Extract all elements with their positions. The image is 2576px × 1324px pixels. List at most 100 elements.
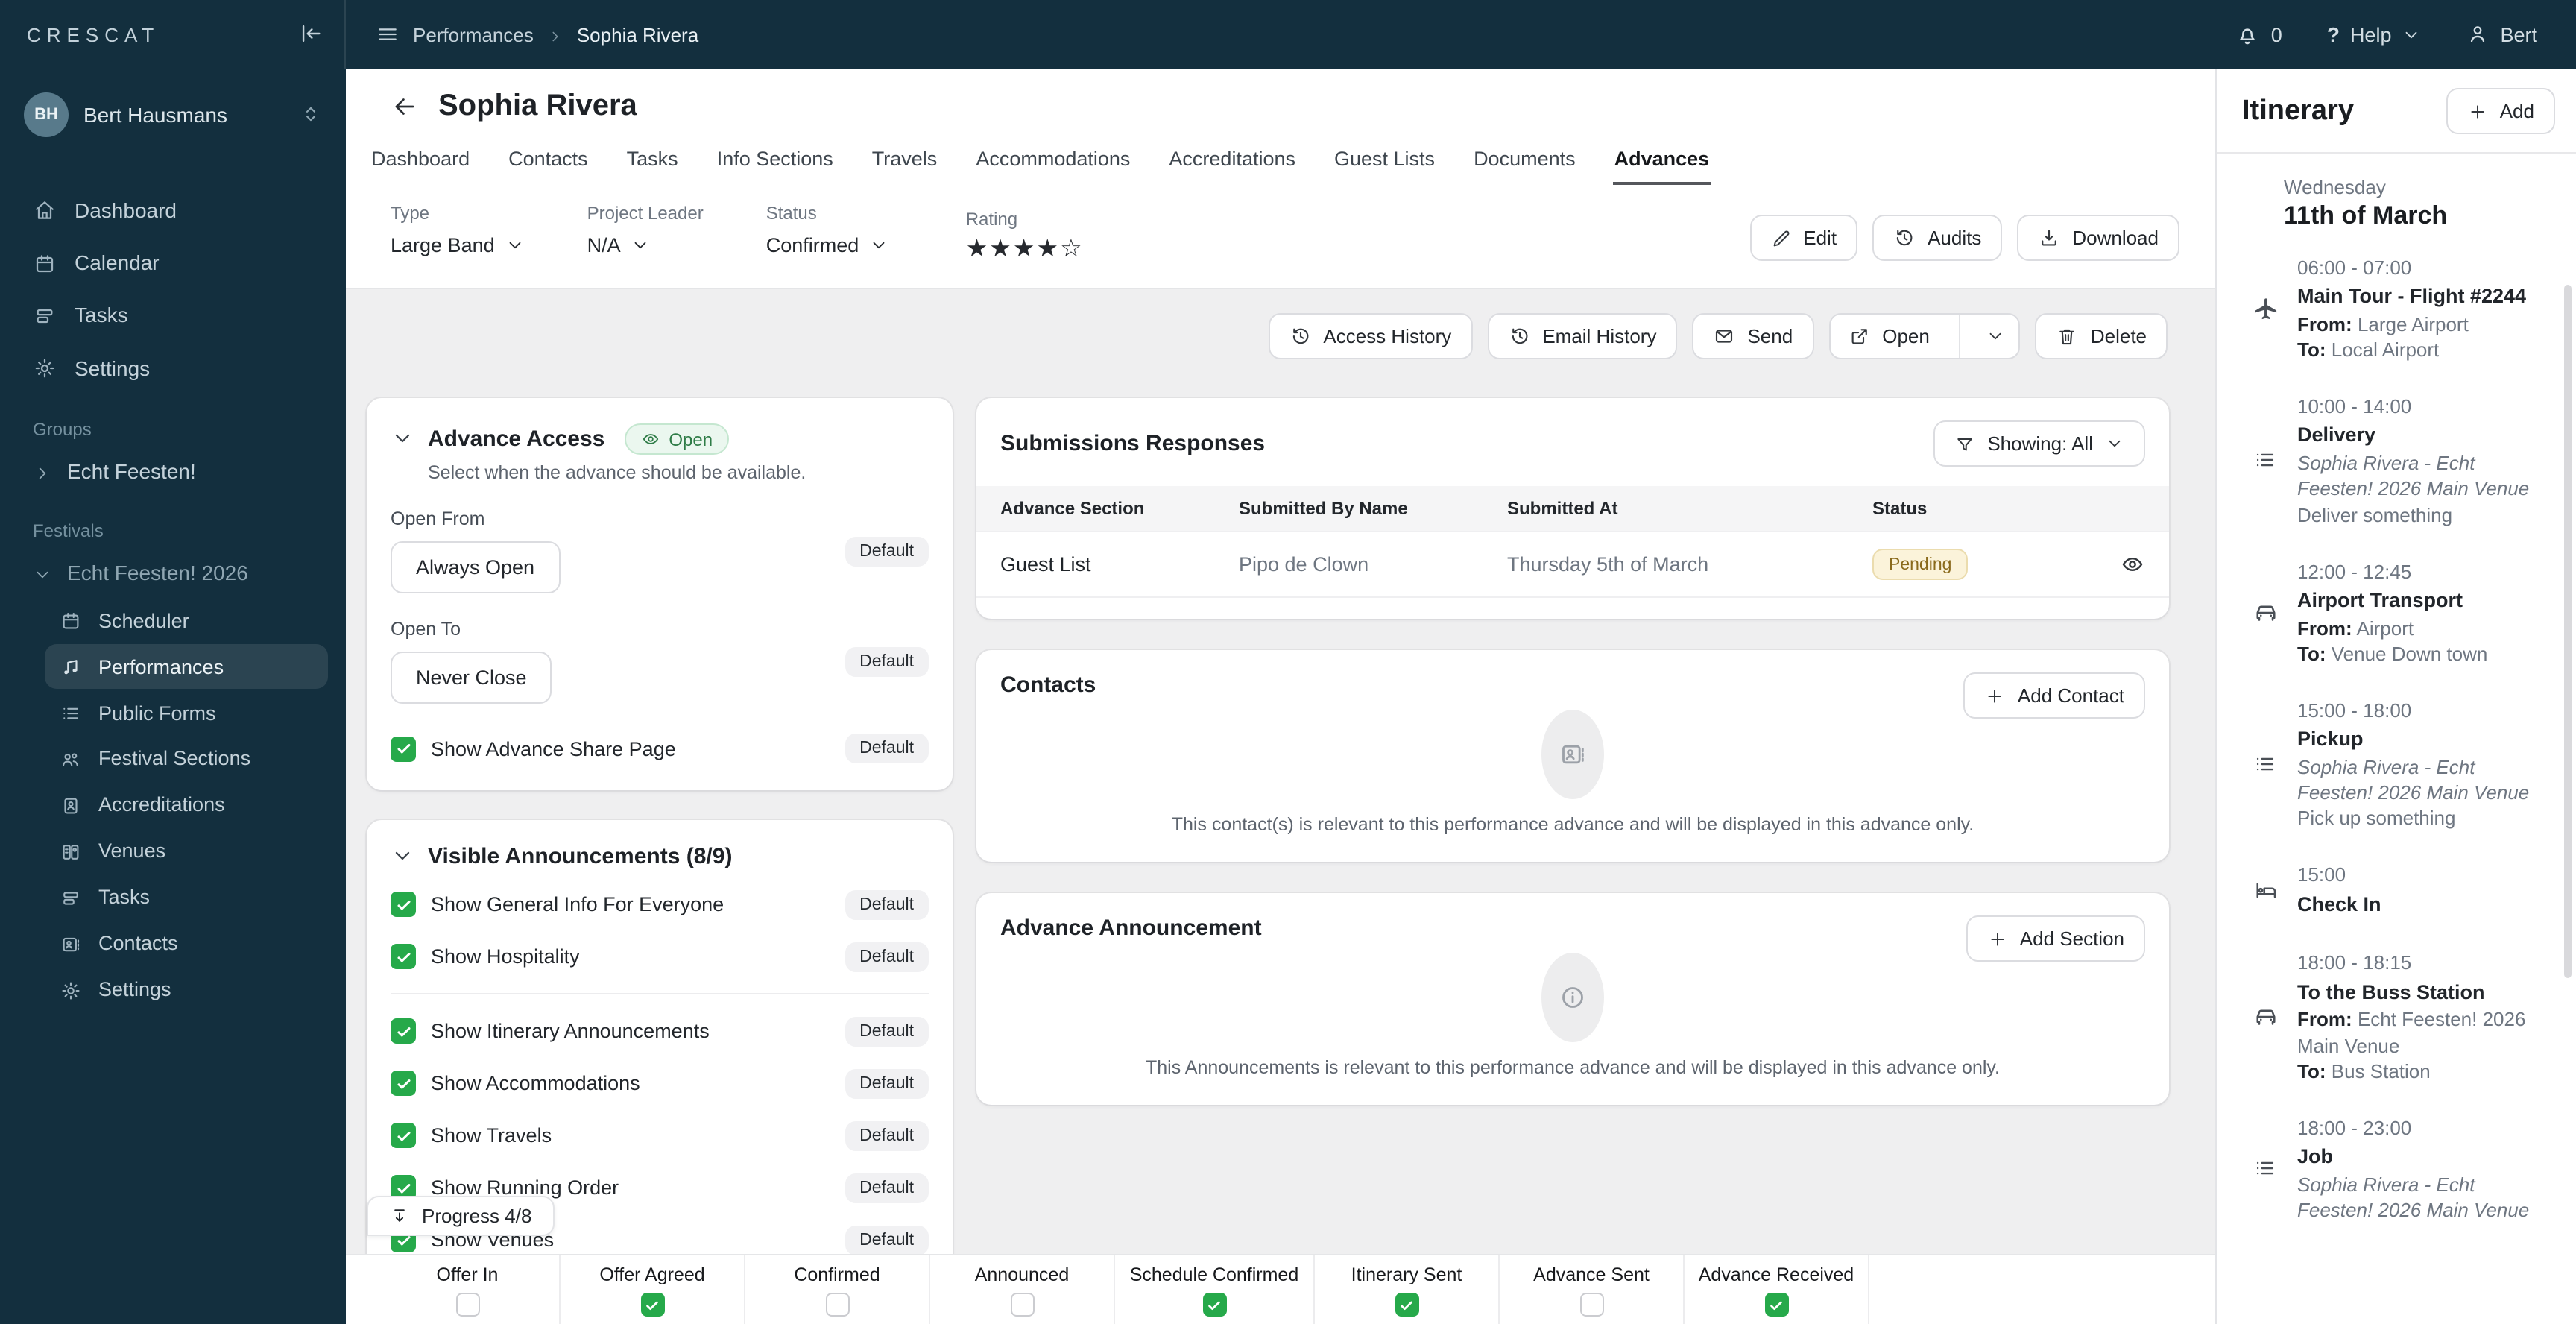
tab-contacts[interactable]: Contacts	[507, 139, 590, 185]
open-to-select[interactable]: Never Close	[391, 652, 552, 704]
status-announced: Announced	[930, 1255, 1115, 1324]
tab-travels[interactable]: Travels	[871, 139, 939, 185]
rating-stars[interactable]: ★★★★☆	[966, 234, 1084, 264]
notifications-button[interactable]: 0	[2235, 22, 2282, 47]
car-icon	[2253, 599, 2279, 625]
itinerary-item-bus-station[interactable]: 18:00 - 18:15 To the Buss Station From: …	[2253, 951, 2555, 1084]
type-select[interactable]: Large Band	[391, 234, 525, 256]
open-dropdown-caret[interactable]	[1973, 316, 2019, 356]
main-content: Sophia Rivera Dashboard Contacts Tasks I…	[346, 69, 2215, 1324]
accommodations-checkbox[interactable]	[391, 1071, 416, 1096]
offer-in-checkbox[interactable]	[455, 1293, 479, 1317]
help-menu[interactable]: ? Help	[2327, 22, 2422, 46]
schedule-confirmed-checkbox[interactable]	[1202, 1293, 1226, 1317]
advance-received-checkbox[interactable]	[1764, 1293, 1788, 1317]
status-select[interactable]: Confirmed	[766, 234, 903, 256]
contacts-card: Contacts Add Contact This contact(s) is …	[976, 650, 2169, 862]
sidebar-group-echt-feesten[interactable]: Echt Feesten!	[18, 449, 328, 494]
project-leader-select[interactable]: N/A	[587, 234, 704, 256]
breadcrumb-section[interactable]: Performances	[413, 23, 534, 45]
sidebar-item-label: Scheduler	[98, 609, 189, 632]
submissions-title: Submissions Responses	[1000, 431, 1266, 456]
sidebar-item-settings[interactable]: Settings	[18, 343, 328, 393]
sidebar-item-label: Settings	[75, 356, 151, 380]
breadcrumb-current[interactable]: Sophia Rivera	[577, 23, 698, 45]
tab-guest-lists[interactable]: Guest Lists	[1333, 139, 1436, 185]
download-button[interactable]: Download	[2017, 215, 2179, 261]
status-schedule-confirmed: Schedule Confirmed	[1115, 1255, 1315, 1324]
share-page-checkbox[interactable]	[391, 736, 416, 761]
advance-action-row: Access History Email History Send Open D…	[346, 289, 2215, 359]
tab-info-sections[interactable]: Info Sections	[716, 139, 835, 185]
user-name: Bert	[2500, 23, 2537, 45]
car-icon	[2253, 1003, 2279, 1030]
sidebar-user-switcher[interactable]: BH Bert Hausmans	[18, 86, 328, 140]
itinerary-item-check-in[interactable]: 15:00 Check In	[2253, 863, 2555, 919]
showing-filter-button[interactable]: Showing: All	[1933, 420, 2145, 467]
user-menu[interactable]: Bert	[2466, 22, 2537, 47]
sidebar-item-accreditations[interactable]: Accreditations	[45, 783, 328, 828]
collapse-chevron-icon[interactable]	[391, 842, 414, 869]
back-button[interactable]	[391, 92, 419, 121]
question-icon: ?	[2326, 22, 2340, 46]
sidebar-item-festival-sections[interactable]: Festival Sections	[45, 737, 328, 781]
itinerary-item-pickup[interactable]: 15:00 - 18:00 Pickup Sophia Rivera - Ech…	[2253, 698, 2555, 831]
send-button[interactable]: Send	[1692, 313, 1814, 359]
access-history-button[interactable]: Access History	[1268, 313, 1473, 359]
sidebar-item-tasks[interactable]: Tasks	[18, 290, 328, 340]
edit-button[interactable]: Edit	[1749, 215, 1858, 261]
submissions-table-header: Advance Section Submitted By Name Submit…	[976, 486, 2169, 531]
itinerary-announcements-checkbox[interactable]	[391, 1018, 416, 1044]
sidebar-item-settings[interactable]: Settings	[45, 967, 328, 1012]
tab-dashboard[interactable]: Dashboard	[370, 139, 471, 185]
offer-agreed-checkbox[interactable]	[640, 1293, 664, 1317]
itinerary-item-airport-transport[interactable]: 12:00 - 12:45 Airport Transport From: Ai…	[2253, 558, 2555, 666]
collapse-chevron-icon[interactable]	[391, 426, 414, 453]
progress-button[interactable]: Progress 4/8	[367, 1196, 555, 1236]
sidebar-item-public-forms[interactable]: Public Forms	[45, 690, 328, 735]
itinerary-sent-checkbox[interactable]	[1395, 1293, 1418, 1317]
advance-sent-checkbox[interactable]	[1579, 1293, 1603, 1317]
tasks-icon	[60, 886, 82, 910]
user-icon	[2466, 22, 2490, 47]
confirmed-checkbox[interactable]	[825, 1293, 849, 1317]
audits-button[interactable]: Audits	[1872, 215, 2003, 261]
sidebar-item-scheduler[interactable]: Scheduler	[45, 598, 328, 643]
status-label: Status	[765, 203, 817, 224]
sidebar-item-tasks[interactable]: Tasks	[45, 875, 328, 920]
general-info-checkbox[interactable]	[391, 892, 416, 917]
sidebar-collapse-icon[interactable]	[298, 21, 323, 48]
sidebar-festival-root[interactable]: Echt Feesten! 2026	[18, 550, 328, 595]
sidebar-item-contacts[interactable]: Contacts	[45, 921, 328, 966]
open-button[interactable]: Open	[1830, 315, 1948, 358]
itinerary-scrollbar[interactable]	[2564, 285, 2572, 978]
sidebar-item-calendar[interactable]: Calendar	[18, 238, 328, 288]
venues-icon	[60, 839, 82, 863]
add-section-button[interactable]: Add Section	[1966, 915, 2145, 962]
open-from-select[interactable]: Always Open	[391, 541, 561, 593]
menu-icon[interactable]	[376, 22, 400, 46]
email-history-button[interactable]: Email History	[1487, 313, 1678, 359]
view-submission-button[interactable]	[2120, 552, 2145, 577]
sidebar-item-dashboard[interactable]: Dashboard	[18, 185, 328, 235]
advance-access-card: Advance Access Open Select when the adva…	[367, 398, 953, 790]
breadcrumb: Performances Sophia Rivera	[346, 22, 698, 46]
tab-tasks[interactable]: Tasks	[625, 139, 680, 185]
add-contact-button[interactable]: Add Contact	[1963, 672, 2145, 719]
star-filled-icon: ★★★★	[965, 236, 1061, 262]
itinerary-item-job[interactable]: 18:00 - 23:00 Job Sophia Rivera - Echt F…	[2253, 1115, 2555, 1223]
advance-announcement-title: Advance Announcement	[1000, 915, 1262, 941]
tab-accreditations[interactable]: Accreditations	[1167, 139, 1297, 185]
tab-advances[interactable]: Advances	[1612, 139, 1711, 185]
announced-checkbox[interactable]	[1010, 1293, 1034, 1317]
sidebar-item-performances[interactable]: Performances	[45, 644, 328, 690]
tab-documents[interactable]: Documents	[1472, 139, 1577, 185]
hospitality-checkbox[interactable]	[391, 944, 416, 969]
itinerary-item-delivery[interactable]: 10:00 - 14:00 Delivery Sophia Rivera - E…	[2253, 394, 2555, 528]
tab-accommodations[interactable]: Accommodations	[974, 139, 1131, 185]
sidebar-item-venues[interactable]: Venues	[45, 829, 328, 874]
travels-checkbox[interactable]	[391, 1123, 416, 1148]
delete-button[interactable]: Delete	[2035, 313, 2168, 359]
itinerary-item-flight[interactable]: 06:00 - 07:00 Main Tour - Flight #2244 F…	[2253, 255, 2555, 363]
add-itinerary-button[interactable]: Add	[2446, 88, 2555, 134]
